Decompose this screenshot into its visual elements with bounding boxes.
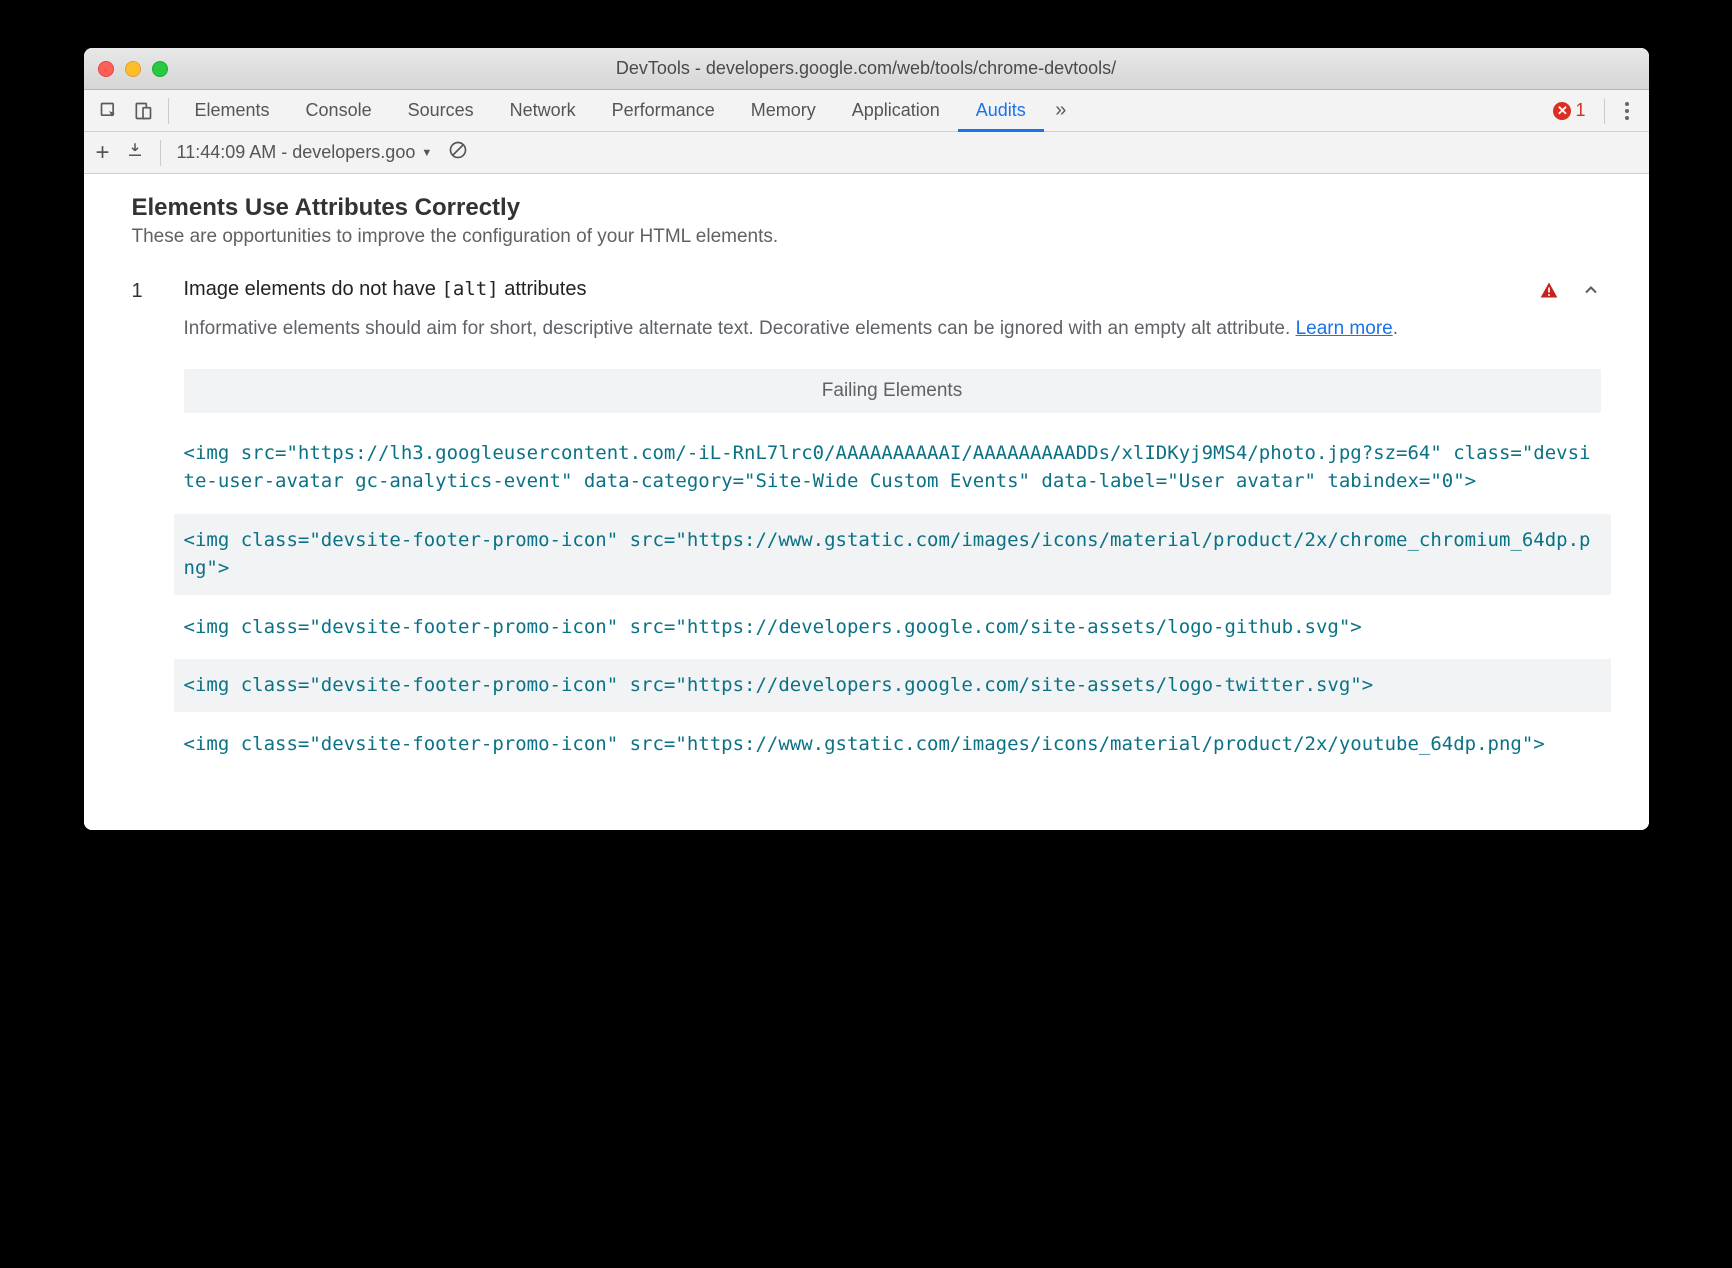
- tab-console[interactable]: Console: [288, 90, 390, 132]
- titlebar: DevTools - developers.google.com/web/too…: [84, 48, 1649, 90]
- device-toggle-icon[interactable]: [126, 94, 160, 128]
- audit-run-label: 11:44:09 AM - developers.goo: [177, 142, 416, 163]
- section-subtitle: These are opportunities to improve the c…: [132, 226, 1601, 248]
- audit-report: Elements Use Attributes Correctly These …: [84, 174, 1649, 830]
- more-menu-icon[interactable]: [1613, 102, 1641, 120]
- audit-desc-post: .: [1393, 318, 1398, 339]
- close-icon[interactable]: [98, 61, 114, 77]
- audit-title: Image elements do not have [alt] attribu…: [184, 278, 1539, 301]
- audit-desc-text: Informative elements should aim for shor…: [184, 318, 1296, 339]
- error-icon: ✕: [1553, 102, 1571, 120]
- section-title: Elements Use Attributes Correctly: [132, 194, 1601, 222]
- error-count: 1: [1575, 100, 1585, 121]
- tab-elements[interactable]: Elements: [177, 90, 288, 132]
- clear-icon[interactable]: [448, 140, 468, 165]
- failing-element: <img class="devsite-footer-promo-icon" s…: [174, 514, 1611, 595]
- audit-header[interactable]: Image elements do not have [alt] attribu…: [184, 278, 1601, 301]
- tab-audits[interactable]: Audits: [958, 90, 1044, 132]
- learn-more-link[interactable]: Learn more: [1296, 318, 1393, 339]
- overflow-tabs-icon[interactable]: »: [1044, 94, 1078, 128]
- tab-application[interactable]: Application: [834, 90, 958, 132]
- collapse-chevron-icon[interactable]: [1581, 280, 1601, 300]
- failing-element: <img class="devsite-footer-promo-icon" s…: [174, 659, 1611, 712]
- audit-index: 1: [132, 278, 184, 303]
- tab-performance[interactable]: Performance: [594, 90, 733, 132]
- separator: [1604, 98, 1605, 124]
- window-title: DevTools - developers.google.com/web/too…: [84, 58, 1649, 79]
- devtools-tabbar: Elements Console Sources Network Perform…: [84, 90, 1649, 132]
- failing-elements-header: Failing Elements: [184, 369, 1601, 413]
- tab-memory[interactable]: Memory: [733, 90, 834, 132]
- devtools-window: DevTools - developers.google.com/web/too…: [84, 48, 1649, 830]
- audit-description: Informative elements should aim for shor…: [184, 315, 1601, 343]
- audit-item: 1 Image elements do not have [alt] attri…: [132, 278, 1601, 770]
- separator: [168, 98, 169, 124]
- minimize-icon[interactable]: [125, 61, 141, 77]
- download-icon[interactable]: [126, 141, 144, 164]
- audits-toolbar: + 11:44:09 AM - developers.goo ▼: [84, 132, 1649, 174]
- inspect-element-icon[interactable]: [92, 94, 126, 128]
- error-count-badge[interactable]: ✕ 1: [1553, 100, 1585, 121]
- separator: [160, 140, 161, 166]
- audit-title-post: attributes: [499, 278, 587, 300]
- audit-title-code: [alt]: [441, 278, 498, 300]
- audit-run-select[interactable]: 11:44:09 AM - developers.goo ▼: [177, 142, 433, 163]
- failing-element: <img class="devsite-footer-promo-icon" s…: [184, 718, 1601, 771]
- failing-element: <img class="devsite-footer-promo-icon" s…: [184, 601, 1601, 654]
- tab-network[interactable]: Network: [492, 90, 594, 132]
- tab-sources[interactable]: Sources: [390, 90, 492, 132]
- audit-title-pre: Image elements do not have: [184, 278, 442, 300]
- failing-element: <img src="https://lh3.googleusercontent.…: [184, 413, 1601, 508]
- dropdown-triangle-icon: ▼: [421, 147, 432, 159]
- warning-triangle-icon: [1539, 280, 1559, 300]
- traffic-lights: [84, 61, 168, 77]
- maximize-icon[interactable]: [152, 61, 168, 77]
- new-audit-button[interactable]: +: [96, 139, 110, 167]
